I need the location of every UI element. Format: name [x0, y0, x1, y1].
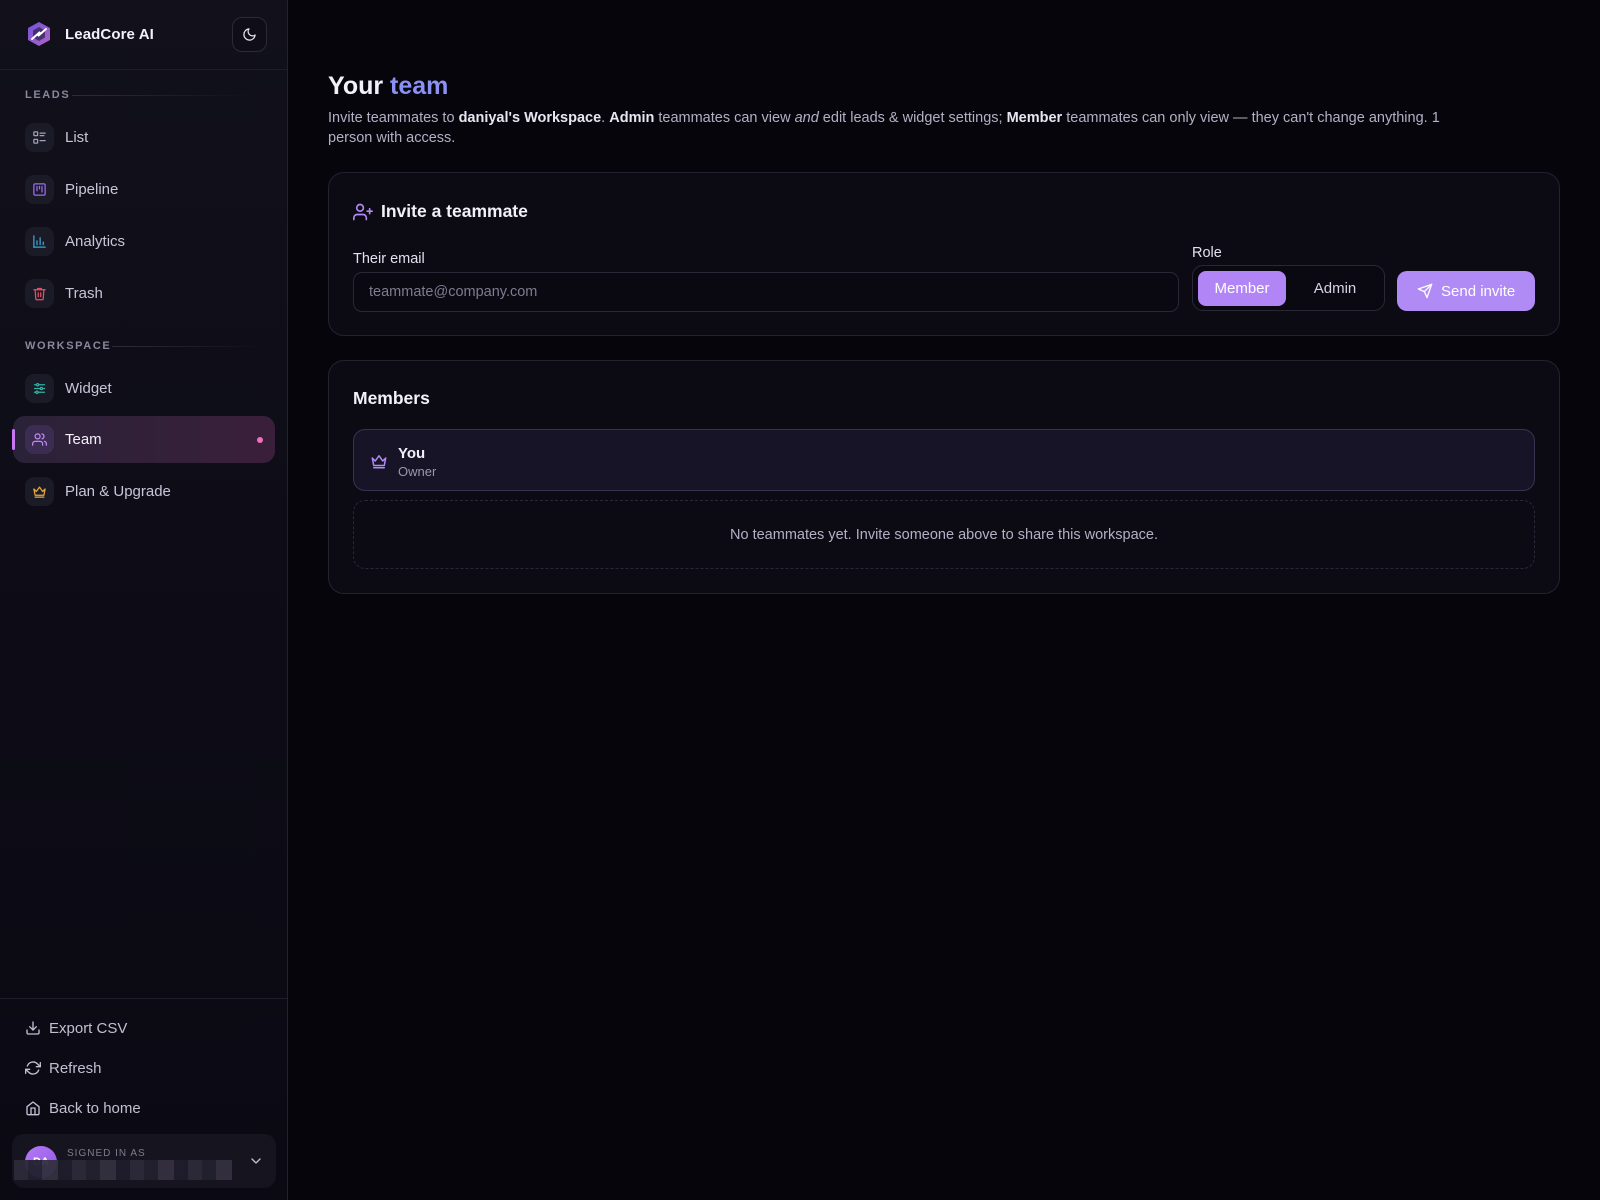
sidebar: LeadCore AI LEADS List Pipeline Analytic…: [0, 0, 288, 1200]
role-label: Role: [1192, 245, 1222, 261]
back-to-home-label: Back to home: [49, 1100, 141, 1117]
page-title-accent: team: [390, 72, 449, 100]
empty-teammates-message: No teammates yet. Invite someone above t…: [353, 500, 1535, 569]
email-field[interactable]: [353, 272, 1179, 312]
sidebar-item-label: Analytics: [65, 233, 126, 250]
back-to-home-button[interactable]: Back to home: [25, 1098, 155, 1120]
admin-role-term: Admin: [609, 110, 655, 126]
desc-text: Invite teammates to: [328, 110, 459, 126]
role-option-member[interactable]: Member: [1198, 271, 1286, 306]
export-csv-button[interactable]: Export CSV: [25, 1018, 145, 1040]
sidebar-item-pipeline[interactable]: Pipeline: [13, 166, 275, 213]
moon-icon: [243, 28, 256, 41]
chevron-down-icon: [251, 1158, 261, 1164]
export-csv-label: Export CSV: [49, 1020, 128, 1037]
sliders-icon: [25, 374, 54, 403]
crown-icon: [371, 455, 387, 469]
sidebar-item-label: Team: [65, 431, 102, 448]
sidebar-item-trash[interactable]: Trash: [13, 270, 275, 317]
sidebar-item-label: Trash: [65, 285, 103, 302]
sidebar-item-plan-upgrade[interactable]: Plan & Upgrade: [13, 468, 275, 515]
brand-name: LeadCore AI: [65, 26, 154, 43]
email-label: Their email: [353, 251, 425, 267]
user-menu[interactable]: DA SIGNED IN AS: [12, 1134, 276, 1188]
members-card: Members You Owner No teammates yet. Invi…: [328, 360, 1560, 594]
role-toggle: Member Admin: [1192, 265, 1385, 311]
sidebar-item-team[interactable]: Team: [12, 416, 275, 463]
bar-chart-icon: [25, 227, 54, 256]
sidebar-item-list[interactable]: List: [13, 114, 275, 161]
section-label-leads: LEADS: [25, 89, 71, 101]
sidebar-item-label: Plan & Upgrade: [65, 483, 171, 500]
sidebar-item-analytics[interactable]: Analytics: [13, 218, 275, 265]
active-dot: [257, 437, 263, 443]
member-role: Owner: [398, 464, 437, 479]
sidebar-item-label: List: [65, 129, 89, 146]
invite-title: Invite a teammate: [381, 201, 528, 221]
send-invite-label: Send invite: [1441, 283, 1516, 300]
logo-icon: [28, 22, 50, 46]
members-title: Members: [353, 388, 430, 408]
send-icon: [1417, 283, 1433, 299]
brand-header: LeadCore AI: [0, 0, 287, 70]
kanban-icon: [25, 175, 54, 204]
workspace-name: daniyal's Workspace: [458, 110, 602, 126]
sidebar-item-label: Pipeline: [65, 181, 119, 198]
page-description: Invite teammates to daniyal's Workspace.…: [328, 108, 1488, 148]
footer-divider: [0, 998, 287, 999]
desc-emphasis: and: [794, 110, 819, 126]
sidebar-item-widget[interactable]: Widget: [13, 365, 275, 412]
refresh-icon: [25, 1061, 41, 1075]
send-invite-button[interactable]: Send invite: [1397, 271, 1535, 311]
list-icon: [25, 123, 54, 152]
active-indicator: [12, 429, 15, 450]
section-label-workspace: WORKSPACE: [25, 340, 112, 352]
page-title-prefix: Your: [328, 72, 384, 100]
signed-in-label: SIGNED IN AS: [67, 1148, 146, 1159]
desc-text: edit leads & widget settings;: [818, 110, 1007, 126]
role-option-admin[interactable]: Admin: [1291, 271, 1379, 306]
refresh-label: Refresh: [49, 1060, 102, 1077]
invite-card: Invite a teammate Their email Role Membe…: [328, 172, 1560, 336]
sidebar-item-label: Widget: [65, 380, 112, 397]
download-icon: [26, 1021, 40, 1035]
member-name: You: [398, 445, 426, 462]
desc-text: teammates can view: [654, 110, 795, 126]
section-divider: [112, 346, 262, 347]
section-divider: [72, 95, 252, 96]
refresh-button[interactable]: Refresh: [25, 1058, 125, 1080]
user-plus-icon: [353, 203, 373, 221]
home-icon: [26, 1101, 40, 1116]
member-row: You Owner: [353, 429, 1535, 491]
redacted-user-email: [14, 1160, 232, 1180]
trash-icon: [25, 279, 54, 308]
users-icon: [25, 425, 54, 454]
crown-icon: [25, 477, 54, 506]
theme-toggle-button[interactable]: [232, 17, 267, 52]
member-role-term: Member: [1006, 110, 1063, 126]
page-title: Your team: [328, 72, 448, 101]
